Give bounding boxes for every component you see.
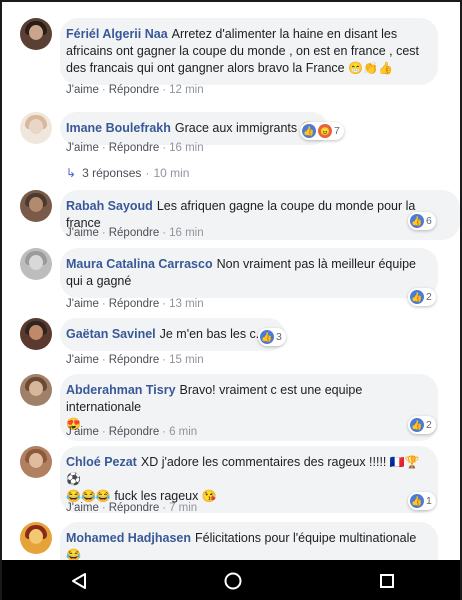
reply-link[interactable]: Répondre	[109, 84, 160, 96]
back-triangle-icon[interactable]	[59, 561, 99, 600]
like-link[interactable]: J'aime	[66, 298, 99, 310]
comment-bubble: Fériél Algerii Naa Arretez d'alimenter la…	[60, 18, 438, 85]
angry-reaction-icon: 😠	[318, 124, 332, 138]
timestamp: 13 min	[169, 298, 204, 310]
comment: Fériél Algerii Naa Arretez d'alimenter la…	[4, 8, 460, 108]
reply-arrow-icon: ↳	[66, 166, 77, 180]
avatar[interactable]	[20, 18, 52, 50]
reaction-count: 7	[334, 125, 340, 137]
comment: Chloé Pezat XD j'adore les commentaires d…	[4, 444, 460, 520]
comment-author[interactable]: Gaëtan Savinel	[66, 327, 156, 341]
comment: Maura Catalina Carrasco Non vraiment pas …	[4, 244, 460, 316]
comment-text: Je m'en bas les c.....	[159, 327, 274, 341]
reaction-summary[interactable]: 👍 3	[258, 328, 286, 346]
timestamp: 16 min	[169, 142, 204, 154]
comment-author[interactable]: Mohamed Hadjhasen	[66, 531, 191, 545]
like-link[interactable]: J'aime	[66, 354, 99, 366]
comment-text: XD j'adore les commentaires des rageux !…	[140, 455, 387, 469]
view-replies[interactable]: ↳ 3 réponses · 10 min	[66, 166, 189, 180]
comment: Gaëtan Savinel Je m'en bas les c..... 👍 3…	[4, 316, 460, 372]
comment-author[interactable]: Fériél Algerii Naa	[66, 27, 168, 41]
timestamp: 7 min	[169, 502, 198, 514]
app-frame: Fériél Algerii Naa Arretez d'alimenter la…	[0, 0, 462, 600]
comment-meta: J'aime · Répondre · 16 min	[66, 227, 204, 239]
timestamp: 12 min	[169, 84, 204, 96]
avatar[interactable]	[20, 318, 52, 350]
emoji-group: 😁👏👍	[348, 61, 393, 75]
comment-meta: J'aime · Répondre · 6 min	[66, 426, 198, 438]
comment-author[interactable]: Chloé Pezat	[66, 455, 137, 469]
like-reaction-icon: 👍	[410, 214, 424, 228]
like-link[interactable]: J'aime	[66, 84, 99, 96]
comment: Rabah Sayoud Les afriquen gagne la coupe …	[4, 188, 460, 248]
reply-link[interactable]: Répondre	[109, 426, 160, 438]
comment-meta: J'aime · Répondre · 16 min	[66, 142, 204, 154]
reply-link[interactable]: Répondre	[109, 227, 160, 239]
avatar[interactable]	[20, 248, 52, 280]
home-circle-icon[interactable]	[213, 561, 253, 600]
timestamp: 15 min	[169, 354, 204, 366]
comment-author[interactable]: Abderahman Tisry	[66, 383, 176, 397]
like-link[interactable]: J'aime	[66, 502, 99, 514]
reaction-count: 3	[276, 331, 282, 343]
comment-author[interactable]: Maura Catalina Carrasco	[66, 257, 213, 271]
timestamp: 6 min	[169, 426, 198, 438]
like-reaction-icon: 👍	[260, 330, 274, 344]
reaction-count: 6	[426, 215, 432, 227]
reply-link[interactable]: Répondre	[109, 354, 160, 366]
timestamp: 16 min	[169, 227, 204, 239]
comment-meta: J'aime · Répondre · 13 min	[66, 298, 204, 310]
reply-link[interactable]: Répondre	[109, 502, 160, 514]
comment-author[interactable]: Rabah Sayoud	[66, 199, 153, 213]
reaction-summary[interactable]: 👍 2	[408, 288, 436, 306]
replies-label: 3 réponses	[82, 166, 142, 180]
like-reaction-icon: 👍	[410, 494, 424, 508]
comment-author[interactable]: Imane Boulefrakh	[66, 121, 171, 135]
avatar[interactable]	[20, 112, 52, 144]
like-reaction-icon: 👍	[302, 124, 316, 138]
comment-bubble: Imane BoulefrakhGrace aux immigrants 😂	[60, 112, 328, 145]
comment: Imane BoulefrakhGrace aux immigrants 😂 👍…	[4, 108, 460, 188]
reaction-count: 1	[426, 495, 432, 507]
like-link[interactable]: J'aime	[66, 142, 99, 154]
comment: Abderahman Tisry Bravo! vraiment c est un…	[4, 372, 460, 444]
reaction-summary[interactable]: 👍 😠 7	[300, 122, 344, 140]
comment-bubble: Gaëtan Savinel Je m'en bas les c.....	[60, 318, 286, 351]
reaction-summary[interactable]: 👍 6	[408, 212, 436, 230]
avatar[interactable]	[20, 522, 52, 554]
comment-bubble: Maura Catalina Carrasco Non vraiment pas …	[60, 248, 438, 298]
reaction-summary[interactable]: 👍 1	[408, 492, 436, 510]
comment-text: fuck les rageux	[114, 489, 199, 503]
reply-link[interactable]: Répondre	[109, 142, 160, 154]
like-reaction-icon: 👍	[410, 418, 424, 432]
android-nav-bar	[2, 560, 460, 600]
comment-meta: J'aime · Répondre · 12 min	[66, 84, 204, 96]
comment-meta: J'aime · Répondre · 7 min	[66, 502, 198, 514]
reaction-summary[interactable]: 👍 2	[408, 416, 436, 434]
avatar[interactable]	[20, 446, 52, 478]
avatar[interactable]	[20, 374, 52, 406]
like-link[interactable]: J'aime	[66, 426, 99, 438]
comment-text: Grace aux immigrants	[174, 121, 298, 135]
emoji-group: 😂😂😂	[66, 489, 111, 503]
comment-text: Félicitations pour l'équipe multinationa…	[195, 531, 417, 545]
comment-meta: J'aime · Répondre · 15 min	[66, 354, 204, 366]
like-reaction-icon: 👍	[410, 290, 424, 304]
reaction-count: 2	[426, 419, 432, 431]
like-link[interactable]: J'aime	[66, 227, 99, 239]
comment: Mohamed Hadjhasen Félicitations pour l'éq…	[4, 520, 460, 589]
avatar[interactable]	[20, 190, 52, 222]
emoji-group: 😘	[201, 489, 217, 503]
recents-square-icon[interactable]	[367, 561, 407, 600]
reaction-count: 2	[426, 291, 432, 303]
replies-time: 10 min	[153, 166, 190, 180]
reply-link[interactable]: Répondre	[109, 298, 160, 310]
comment-feed: Fériél Algerii Naa Arretez d'alimenter la…	[4, 8, 460, 589]
